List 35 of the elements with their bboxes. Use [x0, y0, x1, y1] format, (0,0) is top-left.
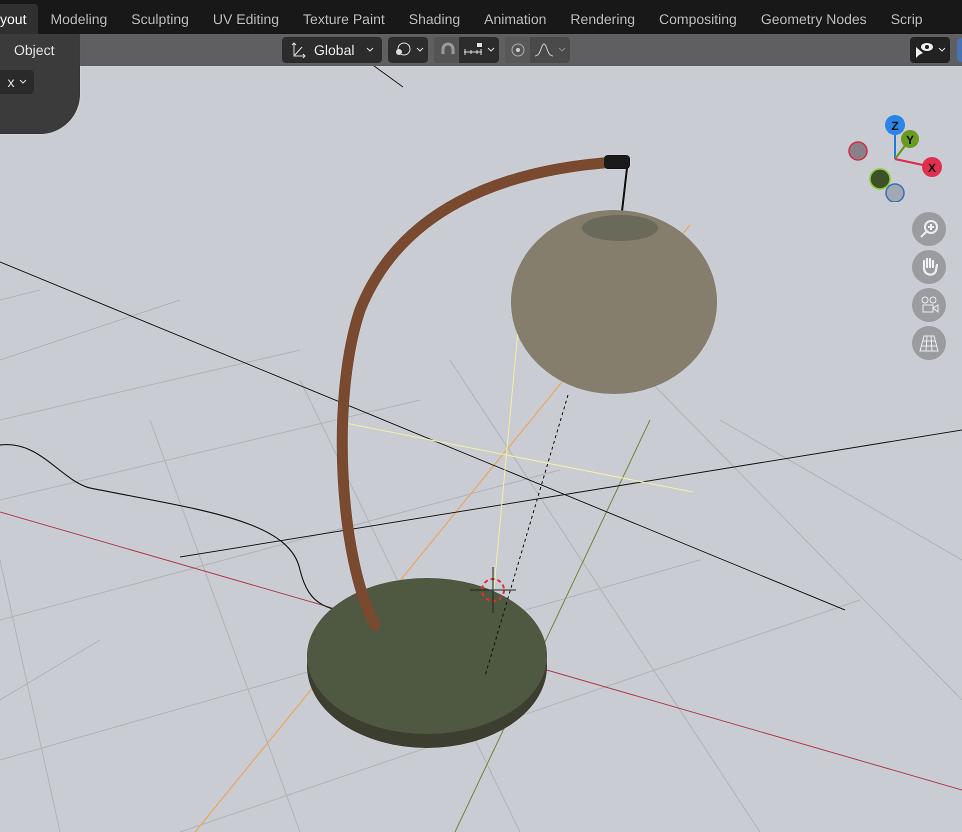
workspace-tab[interactable]: Animation	[472, 4, 558, 34]
3d-cursor-icon	[470, 566, 516, 614]
orientation-dropdown[interactable]: Global	[282, 37, 382, 63]
workspace-tab[interactable]: Modeling	[38, 4, 120, 34]
workspace-tab[interactable]: Scrip	[878, 4, 935, 34]
workspace-tab[interactable]: Geometry Nodes	[748, 4, 879, 34]
mode-menu[interactable]: Object	[6, 38, 62, 62]
snap-toggle[interactable]	[434, 37, 459, 63]
navigation-gizmo[interactable]: Z Y X	[848, 115, 942, 202]
caret-icon	[938, 47, 946, 53]
grid-icon[interactable]	[912, 326, 946, 360]
caret-icon	[416, 47, 424, 53]
camera-icon[interactable]	[912, 288, 946, 322]
workspace-tab[interactable]: Texture Paint	[291, 4, 397, 34]
workspace-tab[interactable]: Rendering	[558, 4, 648, 34]
caret-icon	[487, 47, 495, 53]
hand-icon[interactable]	[912, 250, 946, 284]
workspace-tab[interactable]: Shading	[396, 4, 472, 34]
proportional-editing-toggle[interactable]	[505, 37, 530, 63]
zoom-icon[interactable]	[912, 212, 946, 246]
workspace-tab[interactable]: Sculpting	[119, 4, 201, 34]
eye-cursor-icon	[914, 41, 934, 59]
target-circle-icon	[510, 42, 526, 58]
dropdown[interactable]: x	[0, 70, 34, 94]
workspace-tab[interactable]: Compositing	[647, 4, 749, 34]
bell-curve-icon	[534, 43, 554, 57]
transform-axes-icon	[290, 41, 306, 59]
visibility-dropdown[interactable]	[910, 37, 950, 63]
caret-icon	[366, 47, 374, 53]
workspace-tab[interactable]: yout	[0, 4, 38, 34]
pivot-dropdown[interactable]	[388, 37, 428, 63]
workspace-tab[interactable]: UV Editing	[200, 4, 292, 34]
caret-icon	[18, 79, 26, 85]
increment-icon	[463, 43, 483, 57]
caret-icon	[558, 47, 566, 53]
